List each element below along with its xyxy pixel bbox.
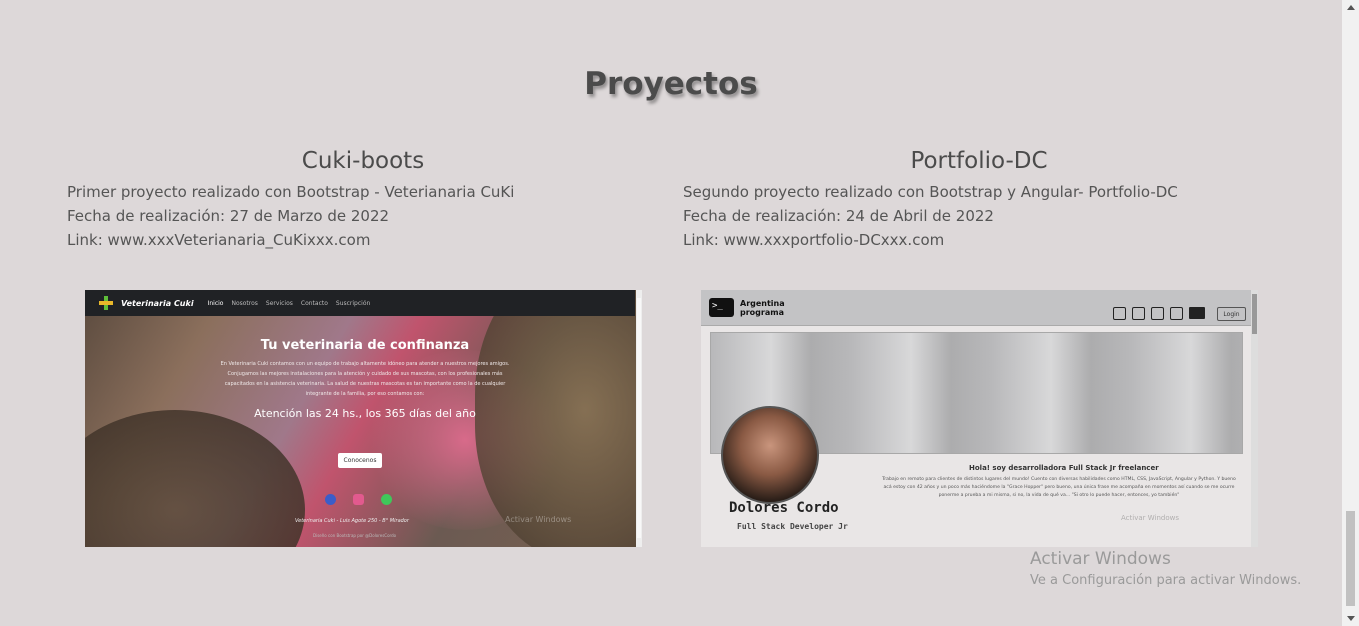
preview-bio: Trabajo en remoto para clientes de disti… [882, 477, 1236, 498]
preview-greeting: Hola! soy desarrolladora Full Stack Jr f… [969, 464, 1159, 472]
project-description: Segundo proyecto realizado con Bootstrap… [683, 183, 1178, 201]
preview-nav-contacto: Contacto [300, 299, 328, 307]
instagram-icon [1132, 307, 1145, 320]
project-preview-cuki[interactable]: Veterinaria Cuki Inicio Nosotros Servici… [85, 290, 642, 547]
preview-logo-line1: Argentina [740, 299, 785, 308]
project-title: Portfolio-DC [910, 148, 1048, 174]
facebook-icon [1151, 307, 1164, 320]
preview-hero: Tu veterinaria de confinanza En Veterina… [215, 338, 515, 420]
project-date: Fecha de realización: 27 de Marzo de 202… [67, 207, 390, 225]
scrollbar-thumb[interactable] [1346, 511, 1355, 606]
preview-social-icons [1113, 307, 1205, 320]
preview-hero-title: Tu veterinaria de confinanza [260, 338, 470, 353]
project-card-portfolio: Portfolio-DC Segundo proyecto realizado … [683, 148, 1275, 252]
preview-hero-body: En Veterinaria Cuki contamos con un equi… [220, 361, 510, 397]
preview-nav-servicios: Servicios [265, 299, 293, 307]
project-link[interactable]: Link: www.xxxportfolio-DCxxx.com [683, 228, 1275, 252]
preview-name: Dolores Cordo [729, 500, 839, 516]
page: Proyectos Cuki-boots Primer proyecto rea… [0, 0, 1359, 626]
preview-nav-suscripcion: Suscripción [335, 299, 371, 307]
preview-nav-nosotros: Nosotros [231, 299, 258, 307]
preview-header: >_ Argentina programa Login [701, 290, 1251, 326]
preview-social-icons [325, 494, 392, 505]
project-link[interactable]: Link: www.xxxVeterianaria_CuKixxx.com [67, 228, 659, 252]
terminal-logo-icon: >_ [709, 298, 734, 317]
scroll-up-arrow-icon[interactable] [1347, 5, 1355, 10]
vet-cross-icon [99, 296, 113, 310]
instagram-icon [353, 494, 364, 505]
windows-activation-watermark: Activar Windows Ve a Configuración para … [1030, 549, 1301, 588]
whatsapp-icon [381, 494, 392, 505]
preview-brand: Veterinaria Cuki [121, 298, 194, 308]
preview-navbar: Veterinaria Cuki Inicio Nosotros Servici… [85, 290, 635, 316]
facebook-icon [325, 494, 336, 505]
activation-subtitle: Ve a Configuración para activar Windows. [1030, 573, 1302, 588]
project-date: Fecha de realización: 24 de Abril de 202… [683, 207, 994, 225]
activation-title: Activar Windows [1030, 549, 1171, 569]
preview-watermark: Activar Windows [1121, 514, 1179, 522]
preview-scrollbar [636, 290, 642, 547]
linkedin-icon [1113, 307, 1126, 320]
preview-hours: Atención las 24 hs., los 365 días del añ… [254, 407, 476, 420]
project-description: Primer proyecto realizado con Bootstrap … [67, 183, 515, 201]
preview-watermark: Activar Windows [505, 515, 572, 524]
scroll-down-arrow-icon[interactable] [1347, 616, 1355, 621]
preview-login-button: Login [1217, 307, 1246, 321]
preview-footer: Veterinaria Cuki - Luis Agote 250 - B° M… [295, 518, 409, 524]
project-title: Cuki-boots [301, 148, 425, 174]
mail-icon [1189, 307, 1205, 319]
preview-conocenos-button: Conocenos [338, 453, 382, 468]
github-icon [1170, 307, 1183, 320]
preview-nav-inicio: Inicio [207, 299, 224, 307]
project-card-cuki: Cuki-boots Primer proyecto realizado con… [67, 148, 659, 252]
section-title: Proyectos [584, 66, 758, 102]
project-preview-portfolio[interactable]: >_ Argentina programa Login Dolores Cord… [701, 290, 1258, 547]
preview-logo-text: Argentina programa [740, 299, 785, 317]
cat-fur-left [85, 410, 305, 547]
page-scrollbar[interactable] [1342, 0, 1359, 626]
preview-logo-line2: programa [740, 308, 784, 317]
preview-scrollbar [1251, 290, 1258, 547]
preview-credit: Diseño con Bootstrap por @DoloresCordo [313, 533, 397, 538]
preview-role: Full Stack Developer Jr [737, 522, 848, 531]
profile-avatar [721, 406, 819, 504]
